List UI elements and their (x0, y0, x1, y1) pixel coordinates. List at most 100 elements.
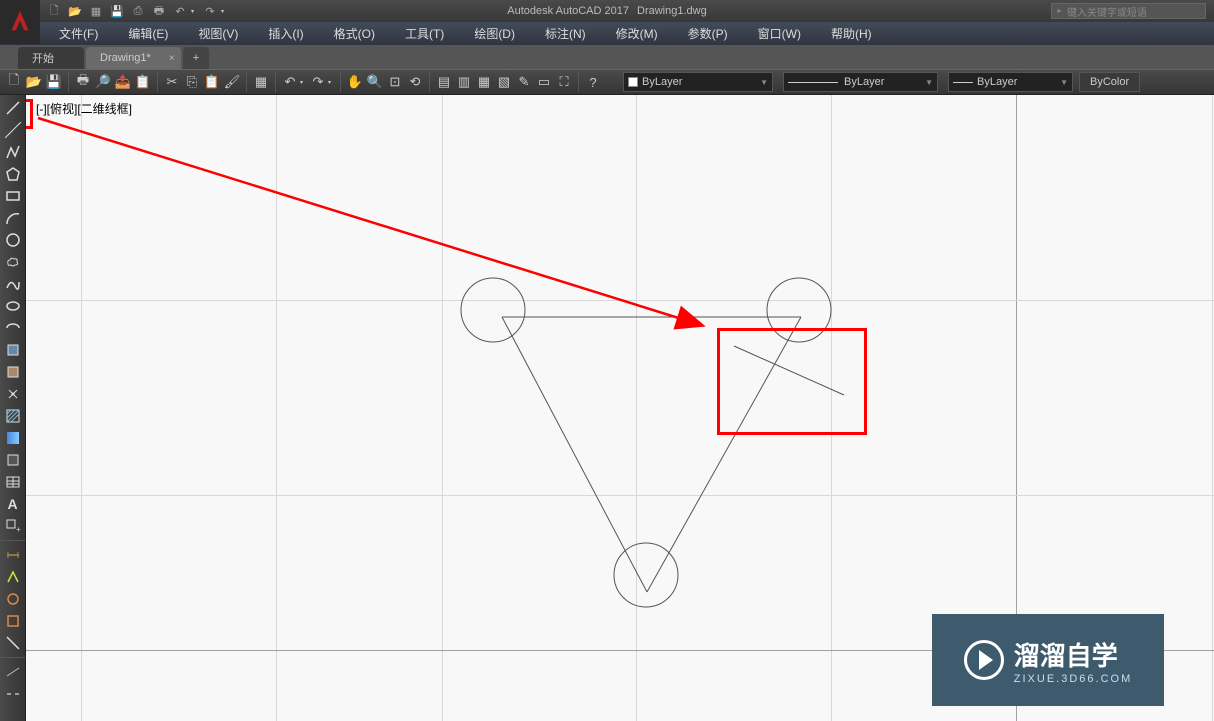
markup-icon[interactable]: ✎ (514, 72, 534, 92)
redo-dropdown-icon[interactable]: ▾ (328, 79, 336, 86)
construction-line-icon[interactable] (2, 120, 24, 140)
menu-modify[interactable]: 修改(M) (601, 22, 673, 45)
gradient-icon[interactable] (2, 428, 24, 448)
close-icon[interactable]: × (169, 53, 175, 64)
lineweight-preview-icon (953, 82, 973, 83)
undo-icon[interactable]: ↶ (170, 2, 190, 20)
separator (157, 72, 158, 92)
menu-insert[interactable]: 插入(I) (253, 22, 318, 45)
tab-start[interactable]: 开始 (18, 47, 84, 69)
polygon-icon[interactable] (2, 164, 24, 184)
paste-icon[interactable]: 📋 (202, 72, 222, 92)
region-icon[interactable] (2, 450, 24, 470)
sheets-icon[interactable]: ▧ (494, 72, 514, 92)
point-icon[interactable] (2, 384, 24, 404)
undo-icon[interactable]: ↶ (280, 72, 300, 92)
hatch-icon[interactable] (2, 406, 24, 426)
watermark: 溜溜自学 ZIXUE.3D66.COM (932, 614, 1164, 706)
menu-tools[interactable]: 工具(T) (390, 22, 459, 45)
undo-dropdown-icon[interactable]: ▾ (191, 8, 199, 15)
print-icon[interactable]: 🖶 (149, 2, 169, 20)
linetype-select[interactable]: ByLayer ▼ (783, 72, 938, 92)
print-icon[interactable]: 🖶 (73, 72, 93, 92)
separator (578, 72, 579, 92)
menu-parametric[interactable]: 参数(P) (673, 22, 743, 45)
properties-icon[interactable]: ▤ (434, 72, 454, 92)
help-icon[interactable]: ? (583, 72, 603, 92)
menu-edit[interactable]: 编辑(E) (113, 22, 183, 45)
revcloud-icon[interactable] (2, 252, 24, 272)
document-tabs: 开始 Drawing1* × + (0, 45, 1214, 69)
open-icon[interactable]: 📂 (65, 2, 85, 20)
plotstyle-value: ByColor (1090, 76, 1129, 88)
line-tool-icon[interactable] (2, 98, 24, 118)
tab-add[interactable]: + (183, 47, 209, 69)
linetype-value: ByLayer (844, 76, 884, 88)
drawing-canvas[interactable]: [-][俯视][二维线框] (26, 95, 1214, 721)
rectangle-icon[interactable] (2, 186, 24, 206)
separator (246, 72, 247, 92)
lineweight-select[interactable]: ByLayer ▼ (948, 72, 1073, 92)
polyline-icon[interactable] (2, 142, 24, 162)
circle-icon[interactable] (2, 230, 24, 250)
new-icon[interactable]: 🗋 (4, 72, 24, 92)
menu-window[interactable]: 窗口(W) (743, 22, 816, 45)
redo-icon[interactable]: ↷ (308, 72, 328, 92)
menu-file[interactable]: 文件(F) (44, 22, 113, 45)
save-icon[interactable]: 💾 (107, 2, 127, 20)
make-block-icon[interactable] (2, 362, 24, 382)
ellipse-arc-icon[interactable] (2, 318, 24, 338)
menu-view[interactable]: 视图(V) (183, 22, 253, 45)
open-icon[interactable]: 📂 (24, 72, 44, 92)
qcalc-icon[interactable]: ▭ (534, 72, 554, 92)
text-icon[interactable]: A (2, 494, 24, 514)
break-icon[interactable] (2, 684, 24, 704)
zoom-realtime-icon[interactable]: 🔍 (365, 72, 385, 92)
match-icon[interactable]: 🖌 (222, 72, 242, 92)
table-icon[interactable] (2, 472, 24, 492)
modify-tool-2-icon[interactable] (2, 589, 24, 609)
file-icon[interactable]: ▦ (86, 2, 106, 20)
watermark-title: 溜溜自学 (1014, 636, 1132, 673)
zoom-prev-icon[interactable]: ⟲ (405, 72, 425, 92)
new-icon[interactable]: 🗋 (44, 2, 64, 20)
file-name: Drawing1.dwg (637, 5, 707, 17)
linetype-preview-icon (788, 82, 838, 83)
cleanscreen-icon[interactable]: ⛶ (554, 72, 574, 92)
search-input[interactable]: 键入关键字或短语 (1051, 3, 1206, 19)
saveas-icon[interactable]: ⎙ (128, 2, 148, 20)
arc-icon[interactable] (2, 208, 24, 228)
layer-color-select[interactable]: ByLayer ▼ (623, 72, 773, 92)
menu-dimension[interactable]: 标注(N) (530, 22, 601, 45)
ellipse-icon[interactable] (2, 296, 24, 316)
redo-icon[interactable]: ↷ (200, 2, 220, 20)
dimension-tool-icon[interactable] (2, 662, 24, 682)
tool-palettes-icon[interactable]: ▦ (474, 72, 494, 92)
dropdown-arrow-icon: ▼ (760, 78, 768, 87)
redo-dropdown-icon[interactable]: ▾ (221, 8, 229, 15)
publish-icon[interactable]: 📤 (113, 72, 133, 92)
undo-dropdown-icon[interactable]: ▾ (300, 79, 308, 86)
designcenter-icon[interactable]: ▥ (454, 72, 474, 92)
menu-help[interactable]: 帮助(H) (816, 22, 887, 45)
plot-icon[interactable]: 📋 (133, 72, 153, 92)
insert-block-icon[interactable] (2, 340, 24, 360)
block-icon[interactable]: ▦ (251, 72, 271, 92)
modify-tool-1-icon[interactable] (2, 567, 24, 587)
modify-tool-4-icon[interactable] (2, 633, 24, 653)
spline-icon[interactable] (2, 274, 24, 294)
menu-format[interactable]: 格式(O) (319, 22, 390, 45)
addselect-icon[interactable]: + (2, 516, 24, 536)
zoom-window-icon[interactable]: ⊡ (385, 72, 405, 92)
save-icon[interactable]: 💾 (44, 72, 64, 92)
plotstyle-select[interactable]: ByColor (1079, 72, 1140, 92)
modify-tool-3-icon[interactable] (2, 611, 24, 631)
app-logo[interactable] (0, 0, 40, 44)
distance-icon[interactable] (2, 545, 24, 565)
pan-icon[interactable]: ✋ (345, 72, 365, 92)
cut-icon[interactable]: ✂ (162, 72, 182, 92)
menu-draw[interactable]: 绘图(D) (459, 22, 530, 45)
tab-drawing1[interactable]: Drawing1* × (86, 47, 181, 69)
preview-icon[interactable]: 🔎 (93, 72, 113, 92)
copy-icon[interactable]: ⎘ (182, 72, 202, 92)
